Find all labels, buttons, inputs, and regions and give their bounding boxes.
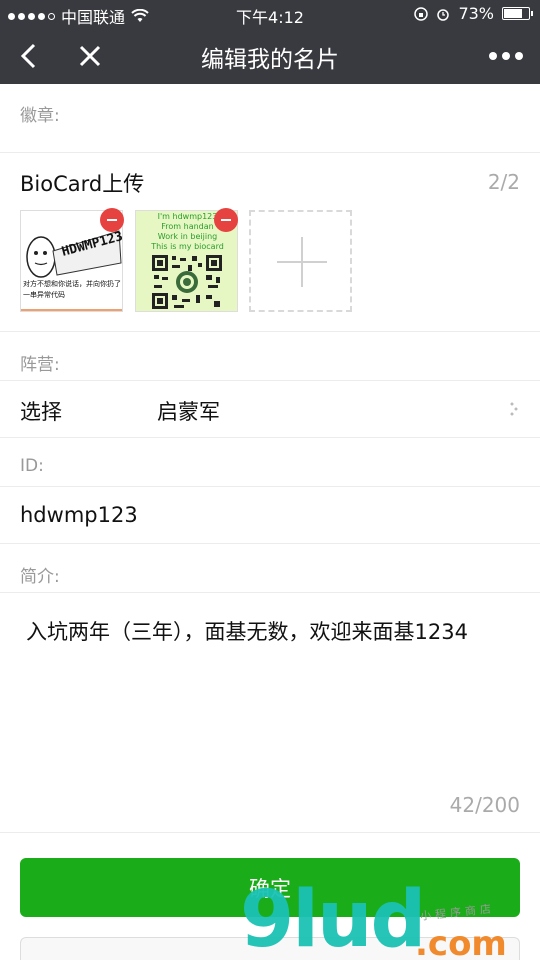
nav-bar: 编辑我的名片 xyxy=(0,28,540,84)
qr-code-icon xyxy=(150,253,224,311)
battery-percent: 73% xyxy=(458,4,494,23)
bio-textarea[interactable]: 入坑两年（三年），面基无数，欢迎来面基1234 xyxy=(26,616,468,646)
rotation-lock-icon xyxy=(414,6,429,21)
plus-icon-vertical xyxy=(301,237,303,287)
camp-label: 阵营: xyxy=(20,355,60,375)
bio-label: 简介: xyxy=(20,567,60,587)
battery-icon xyxy=(502,7,533,20)
watermark-main: 9lud xyxy=(240,875,426,960)
divider xyxy=(0,543,540,544)
divider xyxy=(0,832,540,833)
divider xyxy=(0,152,540,153)
watermark: 9lud 小程序商店 .com xyxy=(240,875,507,960)
alarm-icon xyxy=(437,8,450,21)
upload-label: BioCard上传 xyxy=(20,172,145,196)
divider xyxy=(0,331,540,332)
badge-label: 徽章: xyxy=(20,106,60,126)
more-button[interactable] xyxy=(486,36,526,76)
divider xyxy=(0,437,540,438)
page-title: 编辑我的名片 xyxy=(201,47,339,73)
more-dots-icon xyxy=(489,52,497,60)
minus-icon xyxy=(221,219,231,221)
status-bar: 中国联通 下午4:12 73% xyxy=(0,0,540,28)
minus-icon xyxy=(107,219,117,221)
select-label: 选择 xyxy=(20,400,62,424)
id-label: ID: xyxy=(20,456,44,476)
remove-image-1-button[interactable] xyxy=(100,208,124,232)
camp-select[interactable]: 启蒙军 xyxy=(157,396,220,426)
add-image-button[interactable] xyxy=(249,210,352,312)
meme-caption: 对方不想和你说话，并向你扔了一串异常代码 xyxy=(23,280,121,299)
upload-count: 2/2 xyxy=(487,170,520,194)
divider xyxy=(0,592,540,593)
meme-underline xyxy=(21,309,122,311)
watermark-suffix: .com xyxy=(415,924,507,960)
status-right: 73% xyxy=(414,4,533,23)
chevron-right-icon[interactable] xyxy=(508,401,520,417)
bio-count: 42/200 xyxy=(449,793,520,817)
divider xyxy=(0,380,540,381)
remove-image-2-button[interactable] xyxy=(214,208,238,232)
divider xyxy=(0,486,540,487)
id-input[interactable]: hdwmp123 xyxy=(0,503,540,527)
biocard-line: This is my biocard xyxy=(151,242,224,251)
biocard-line: Work in beijing xyxy=(157,232,218,241)
